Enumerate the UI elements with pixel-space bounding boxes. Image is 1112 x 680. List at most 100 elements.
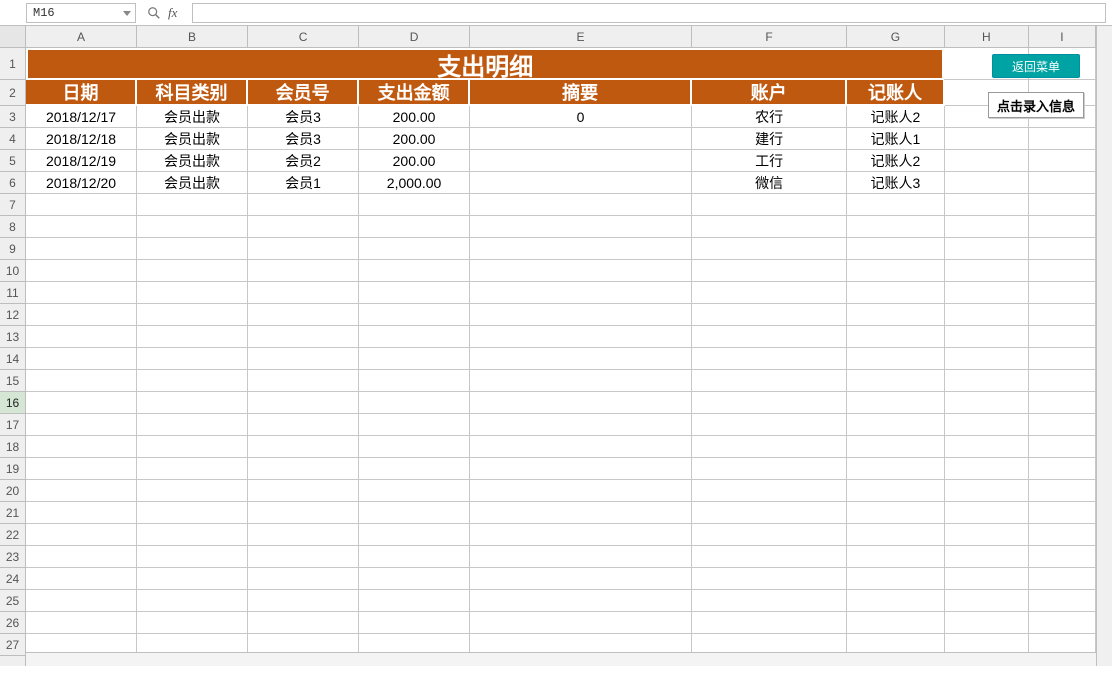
row-header-2[interactable]: 2	[0, 80, 25, 106]
row-header-18[interactable]: 18	[0, 436, 25, 458]
cell[interactable]	[470, 260, 692, 282]
column-header-F[interactable]: F	[692, 26, 847, 47]
cell[interactable]	[692, 282, 847, 304]
cell[interactable]	[26, 612, 137, 634]
row-header-6[interactable]: 6	[0, 172, 25, 194]
cell[interactable]	[470, 436, 692, 458]
cell[interactable]	[26, 524, 137, 546]
cell[interactable]	[248, 282, 359, 304]
cell[interactable]	[470, 568, 692, 590]
data-cell[interactable]: 记账人2	[847, 150, 945, 172]
formula-input[interactable]	[192, 3, 1106, 23]
cell[interactable]	[945, 590, 1029, 612]
cell[interactable]	[359, 458, 470, 480]
cell[interactable]	[1029, 480, 1096, 502]
row-header-15[interactable]: 15	[0, 370, 25, 392]
cell[interactable]	[248, 436, 359, 458]
cell[interactable]	[945, 348, 1029, 370]
cell[interactable]	[137, 304, 248, 326]
cell[interactable]	[248, 546, 359, 568]
row-header-12[interactable]: 12	[0, 304, 25, 326]
data-cell[interactable]: 会员3	[248, 106, 359, 128]
cell[interactable]	[945, 260, 1029, 282]
cell[interactable]	[847, 480, 945, 502]
cell[interactable]	[26, 546, 137, 568]
cell[interactable]	[692, 436, 847, 458]
cell[interactable]	[945, 392, 1029, 414]
cell[interactable]	[945, 194, 1029, 216]
cell[interactable]	[359, 546, 470, 568]
cell[interactable]	[26, 392, 137, 414]
cell[interactable]	[470, 524, 692, 546]
header-B[interactable]: 科目类别	[137, 80, 248, 106]
data-cell[interactable]: 记账人1	[847, 128, 945, 150]
cell[interactable]	[1029, 568, 1096, 590]
cell[interactable]	[692, 480, 847, 502]
header-F[interactable]: 账户	[692, 80, 847, 106]
cell[interactable]	[945, 150, 1029, 172]
cell[interactable]	[26, 238, 137, 260]
cell[interactable]	[847, 370, 945, 392]
row-header-4[interactable]: 4	[0, 128, 25, 150]
cell[interactable]	[26, 370, 137, 392]
cell[interactable]	[470, 348, 692, 370]
data-cell[interactable]: 工行	[692, 150, 847, 172]
cell[interactable]	[847, 304, 945, 326]
cell[interactable]	[470, 392, 692, 414]
column-header-G[interactable]: G	[847, 26, 945, 47]
cell[interactable]	[137, 260, 248, 282]
name-box[interactable]: M16	[26, 3, 136, 23]
cell[interactable]	[945, 502, 1029, 524]
data-cell[interactable]: 建行	[692, 128, 847, 150]
cell[interactable]	[470, 546, 692, 568]
data-cell[interactable]: 2018/12/20	[26, 172, 137, 194]
cell[interactable]	[137, 194, 248, 216]
data-cell[interactable]	[470, 150, 692, 172]
cell[interactable]	[1029, 128, 1096, 150]
cell[interactable]	[137, 458, 248, 480]
cell[interactable]	[359, 326, 470, 348]
cell[interactable]	[692, 590, 847, 612]
cell[interactable]	[248, 414, 359, 436]
cell[interactable]	[692, 414, 847, 436]
cell[interactable]	[1029, 282, 1096, 304]
data-cell[interactable]: 会员出款	[137, 106, 248, 128]
column-header-H[interactable]: H	[945, 26, 1029, 47]
header-C[interactable]: 会员号	[248, 80, 359, 106]
cell[interactable]	[359, 524, 470, 546]
cell[interactable]	[847, 260, 945, 282]
cell[interactable]	[248, 216, 359, 238]
cell[interactable]	[359, 480, 470, 502]
cell[interactable]	[359, 238, 470, 260]
row-header-5[interactable]: 5	[0, 150, 25, 172]
cell[interactable]	[945, 480, 1029, 502]
data-cell[interactable]	[470, 172, 692, 194]
data-cell[interactable]: 微信	[692, 172, 847, 194]
cell[interactable]	[847, 414, 945, 436]
column-header-C[interactable]: C	[248, 26, 359, 47]
cell[interactable]	[137, 370, 248, 392]
cell[interactable]	[692, 194, 847, 216]
cell[interactable]	[1029, 370, 1096, 392]
row-header-24[interactable]: 24	[0, 568, 25, 590]
cell[interactable]	[692, 568, 847, 590]
data-cell[interactable]: 0	[470, 106, 692, 128]
cell[interactable]	[470, 370, 692, 392]
header-E[interactable]: 摘要	[470, 80, 692, 106]
cell[interactable]	[692, 304, 847, 326]
column-header-D[interactable]: D	[359, 26, 470, 47]
cell[interactable]	[248, 392, 359, 414]
cell[interactable]	[359, 260, 470, 282]
cell[interactable]	[359, 216, 470, 238]
cell[interactable]	[470, 282, 692, 304]
cell[interactable]	[1029, 172, 1096, 194]
cell[interactable]	[137, 436, 248, 458]
cell[interactable]	[1029, 194, 1096, 216]
cell[interactable]	[847, 348, 945, 370]
cell[interactable]	[248, 194, 359, 216]
cell[interactable]	[470, 238, 692, 260]
cell[interactable]	[692, 458, 847, 480]
data-cell[interactable]: 2018/12/18	[26, 128, 137, 150]
cell[interactable]	[359, 568, 470, 590]
cell[interactable]	[26, 348, 137, 370]
